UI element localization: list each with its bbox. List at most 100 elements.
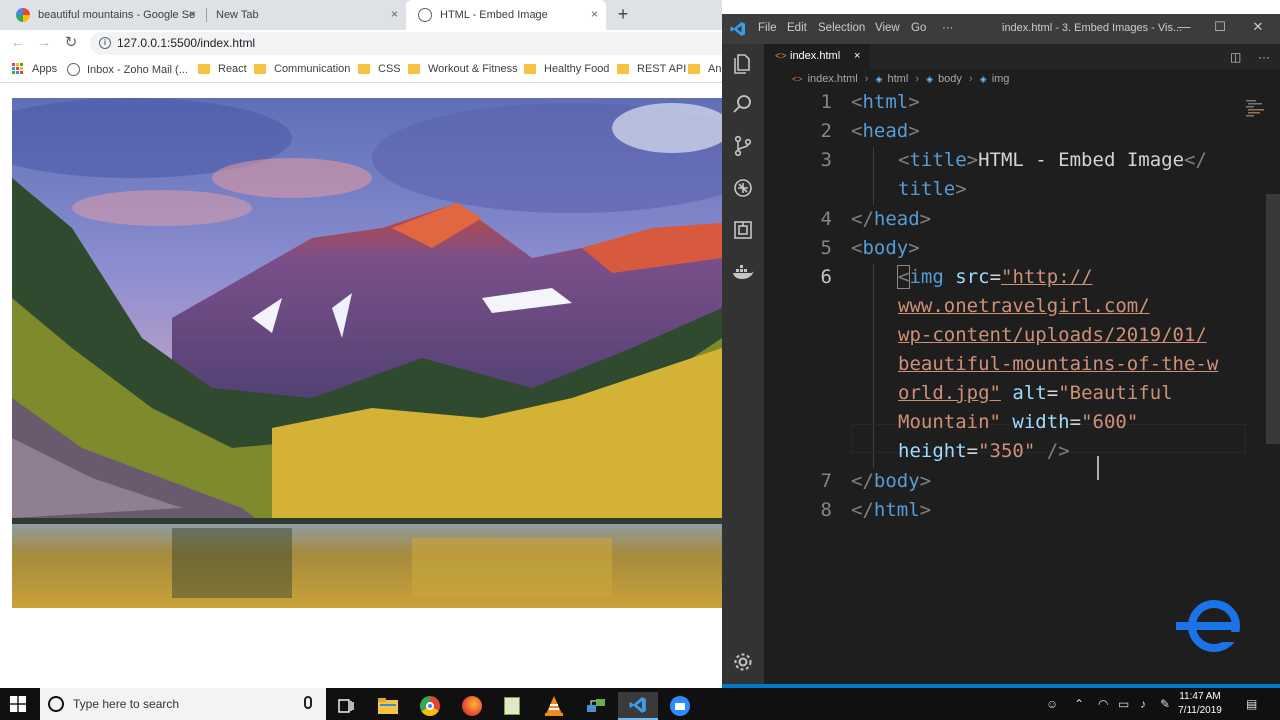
address-bar[interactable]: i 127.0.0.1:5500/index.html [90, 32, 730, 55]
chevron-up-icon[interactable]: ⌃ [1074, 697, 1084, 711]
bookmark-label: Healthy Food [544, 63, 610, 75]
tag-name: body [873, 470, 920, 492]
bracket: </ [851, 470, 874, 492]
menu-edit[interactable]: Edit [787, 22, 807, 34]
string-value: Mountain" [898, 411, 1001, 433]
file-explorer-icon[interactable] [368, 692, 408, 720]
minimap[interactable] [1244, 98, 1266, 118]
new-tab-button[interactable]: + [612, 4, 634, 26]
reload-button[interactable]: ↻ [61, 33, 81, 53]
forward-button[interactable]: → [34, 33, 54, 53]
tab-html-embed-image[interactable]: HTML - Embed Image × [406, 0, 606, 30]
code-line-6-wrap-2: wp-content/uploads/2019/01/ [898, 324, 1207, 346]
minimize-button[interactable]: — [1174, 19, 1194, 34]
menu-file[interactable]: File [758, 22, 777, 34]
vlc-icon[interactable] [534, 692, 574, 720]
notepad-plus-icon[interactable] [492, 692, 532, 720]
microphone-icon[interactable] [304, 696, 312, 709]
breadcrumb-item[interactable]: img [992, 73, 1010, 85]
close-window-button[interactable]: ✕ [1248, 19, 1268, 35]
windows-start-icon[interactable] [10, 696, 26, 712]
close-tab-icon[interactable]: × [591, 7, 598, 21]
bracket: > [919, 470, 932, 492]
notifications-icon[interactable]: ▤ [1246, 697, 1257, 711]
menu-selection[interactable]: Selection [818, 22, 865, 34]
browser-toolbar: ← → ↻ i 127.0.0.1:5500/index.html [0, 30, 730, 57]
tab-label: beautiful mountains - Google Se [38, 9, 196, 21]
tag-name: img [909, 266, 944, 288]
back-button[interactable]: ← [8, 33, 28, 53]
docker-icon[interactable] [731, 260, 755, 284]
zoom-icon[interactable] [660, 692, 700, 720]
bookmark-label: Inbox - Zoho Mail (... [87, 63, 188, 76]
explorer-icon[interactable] [731, 52, 755, 76]
tab-index-html[interactable]: <> index.html × [764, 44, 870, 69]
attribute-name: height [898, 440, 967, 462]
scrollbar[interactable] [1266, 194, 1280, 444]
breadcrumb-item[interactable]: body [938, 73, 962, 85]
string-value: "Beautiful [1058, 382, 1173, 404]
firefox-icon[interactable] [452, 692, 492, 720]
bookmark-label: React [218, 63, 247, 75]
tab-new-tab[interactable]: New Tab × [206, 0, 406, 30]
battery-icon[interactable]: ▭ [1118, 697, 1129, 711]
bookmark-communication[interactable]: Communication [254, 63, 350, 75]
vscode-taskbar-icon[interactable] [618, 692, 658, 720]
taskbar-search-box[interactable]: Type here to search [40, 688, 326, 720]
code-editor[interactable]: 1 2 3 4 5 6 7 8 <html> <head> <title>HTM… [764, 89, 1280, 684]
browser-window: beautiful mountains - Google Se × New Ta… [0, 0, 730, 688]
task-view-icon[interactable] [326, 692, 366, 720]
attribute-name: src [955, 266, 990, 288]
system-clock[interactable]: 11:47 AM 7/11/2019 [1170, 690, 1230, 718]
network-app-icon[interactable] [576, 692, 616, 720]
maximize-button[interactable]: ☐ [1210, 19, 1230, 35]
volume-icon[interactable]: ♪ [1140, 697, 1146, 711]
bookmark-more[interactable]: An [688, 63, 721, 75]
info-icon[interactable]: i [99, 37, 111, 49]
clock-time: 11:47 AM [1179, 691, 1221, 702]
close-tab-icon[interactable]: × [189, 7, 196, 21]
settings-gear-icon[interactable] [731, 650, 755, 674]
breadcrumb-item[interactable]: index.html [808, 73, 858, 85]
pen-icon[interactable]: ✎ [1160, 697, 1170, 711]
extensions-icon[interactable] [731, 218, 755, 242]
bracket: > [966, 149, 979, 171]
wifi-icon[interactable]: ◠ [1098, 697, 1108, 711]
bookmark-rest-api[interactable]: REST API [617, 63, 686, 75]
menu-go[interactable]: Go [911, 22, 926, 34]
search-icon[interactable] [731, 92, 755, 116]
debug-icon[interactable] [731, 176, 755, 200]
window-title: index.html - 3. Embed Images - Vis... [1002, 22, 1183, 34]
people-icon[interactable]: ☺ [1046, 697, 1058, 711]
code-line-6-wrap-5: Mountain" width="600" [898, 411, 1138, 433]
bookmark-healthy-food[interactable]: Healthy Food [524, 63, 609, 75]
menu-view[interactable]: View [875, 22, 900, 34]
code-line-7: </body> [851, 470, 931, 492]
line-number: 2 [820, 120, 832, 142]
split-editor-icon[interactable]: ◫ [1230, 50, 1241, 64]
bookmark-zoho-mail[interactable]: Inbox - Zoho Mail (... [67, 63, 188, 76]
indent-guide [873, 147, 874, 205]
bookmark-apps[interactable]: Apps [12, 63, 57, 75]
mountain-image [12, 98, 722, 608]
folder-icon [617, 64, 629, 74]
chrome-icon[interactable] [410, 692, 450, 720]
close-tab-icon[interactable]: × [391, 7, 398, 21]
equals: = [1069, 411, 1082, 433]
more-actions-icon[interactable]: ··· [1258, 50, 1270, 64]
tab-google-search[interactable]: beautiful mountains - Google Se × [4, 0, 204, 30]
bracket: < [851, 120, 863, 142]
bookmark-label: CSS [378, 63, 401, 75]
source-control-icon[interactable] [731, 134, 755, 158]
bookmark-css[interactable]: CSS [358, 63, 401, 75]
line-number: 4 [820, 208, 832, 230]
bookmark-workout[interactable]: Workout & Fitness [408, 63, 518, 75]
bracket: </ [1184, 149, 1207, 171]
chevron-right-icon: › [915, 73, 920, 85]
menu-more[interactable]: ··· [942, 22, 954, 34]
bookmark-react[interactable]: React [198, 63, 247, 75]
text-cursor [1097, 456, 1099, 480]
folder-icon [198, 64, 210, 74]
breadcrumb-item[interactable]: html [888, 73, 909, 85]
close-tab-icon[interactable]: × [854, 44, 860, 69]
